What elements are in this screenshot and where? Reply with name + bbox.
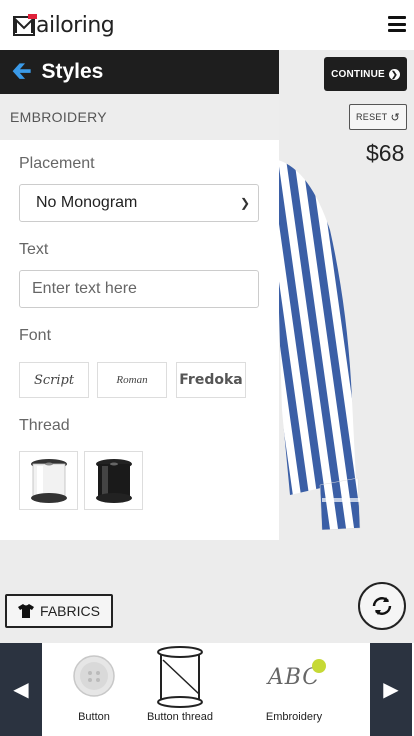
carousel-prev-button[interactable]: ◀ [0, 643, 42, 736]
shirt-icon [18, 604, 35, 618]
placement-label: Placement [19, 155, 95, 172]
rotate-icon [372, 597, 392, 615]
logo-mark-icon [13, 14, 37, 36]
text-label: Text [19, 241, 49, 258]
selected-indicator-icon [312, 658, 327, 673]
font-option-script[interactable]: Script [19, 362, 89, 398]
continue-button[interactable]: CONTINUE ❯ [324, 57, 407, 91]
reset-button[interactable]: RESET ↺ [349, 104, 407, 130]
fabrics-label: FABRICS [40, 603, 100, 619]
black-spool-icon [95, 458, 132, 503]
triangle-left-icon: ◀ [13, 679, 29, 701]
shirt-preview [278, 160, 361, 530]
style-carousel: ◀ Button Button thread ABC Embroidery ▶ [0, 643, 414, 736]
font-option-roman[interactable]: Roman [97, 362, 167, 398]
fabrics-button[interactable]: FABRICS [5, 594, 113, 628]
white-spool-icon [30, 458, 67, 503]
carousel-next-button[interactable]: ▶ [370, 643, 412, 736]
price-label: $68 [366, 140, 405, 166]
back-arrow-icon[interactable]: 🡰 [12, 60, 31, 84]
carousel-item-embroidery[interactable]: ABC Embroidery [244, 643, 344, 736]
carousel-item-label: Button thread [146, 711, 214, 723]
section-header: EMBROIDERY [0, 94, 279, 140]
font-option-fredoka[interactable]: Fredoka [176, 362, 246, 398]
thread-option-white[interactable] [19, 451, 78, 510]
placement-value: No Monogram [36, 194, 138, 211]
thread-label: Thread [19, 417, 70, 434]
placement-select[interactable]: No Monogram ❯ [19, 184, 259, 222]
chevron-down-icon: ❯ [239, 196, 250, 210]
brand-logo[interactable]: ailoring [12, 9, 122, 41]
carousel-item-label: Embroidery [265, 711, 323, 723]
logo-text: ailoring [36, 12, 115, 38]
embroidery-preview: ABC [268, 658, 327, 690]
thread-option-black[interactable] [84, 451, 143, 510]
rotate-view-button[interactable] [358, 582, 406, 630]
top-header: ailoring [0, 0, 414, 50]
panel-header: 🡰 Styles [0, 50, 279, 94]
carousel-item-label: Button [78, 711, 110, 723]
hamburger-icon[interactable] [388, 16, 406, 32]
panel-title: Styles [41, 60, 104, 83]
carousel-item-button-thread[interactable]: Button thread [130, 643, 230, 736]
triangle-right-icon: ▶ [383, 679, 399, 701]
carousel-item-button[interactable]: Button [44, 643, 144, 736]
continue-label: CONTINUE [331, 68, 385, 80]
thread-spool-icon [157, 646, 203, 708]
undo-icon: ↺ [390, 111, 401, 124]
reset-label: RESET [355, 112, 388, 122]
font-label: Font [19, 327, 52, 344]
button-icon [73, 655, 115, 697]
arrow-right-icon: ❯ [388, 68, 400, 80]
text-placeholder: Enter text here [32, 280, 137, 297]
styles-panel: 🡰 Styles EMBROIDERY Placement No Monogra… [0, 50, 279, 540]
monogram-text-input[interactable]: Enter text here [19, 270, 259, 308]
